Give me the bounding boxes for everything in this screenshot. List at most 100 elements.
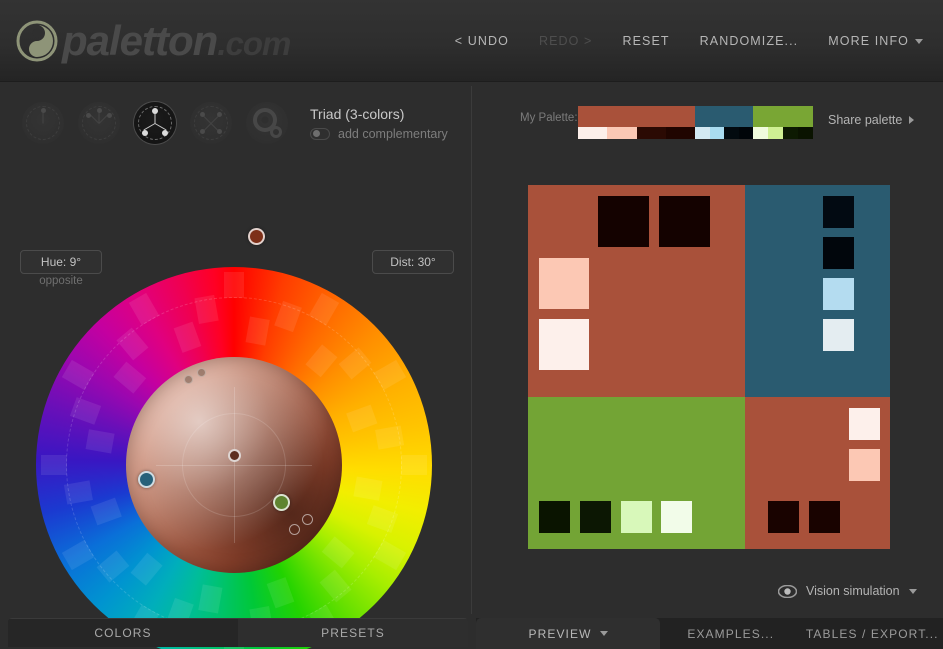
preview-quadrant-terracotta[interactable]: [528, 185, 745, 397]
logo-wordmark: paletton.com: [62, 17, 291, 64]
swatch-light-4[interactable]: [823, 319, 854, 351]
scheme-dot: [40, 108, 46, 113]
tab-presets[interactable]: PRESETS: [238, 618, 468, 647]
logo-text-suffix: .com: [217, 25, 291, 62]
wheel-minidot-1[interactable]: [183, 374, 193, 384]
palette-sub-swatch-0[interactable]: [695, 127, 710, 139]
scheme-monochromatic-icon[interactable]: [22, 102, 64, 144]
swatch-light-7[interactable]: [849, 408, 880, 440]
palette-sub-swatch-3[interactable]: [738, 127, 753, 139]
my-palette-label: My Palette:: [520, 112, 578, 124]
scheme-dot: [96, 108, 102, 113]
palette-sub-swatch-0[interactable]: [578, 127, 608, 139]
left-tab-bar: COLORS PRESETS: [8, 618, 468, 647]
swatch-dark-8[interactable]: [809, 501, 840, 533]
swatch-dark-6[interactable]: [580, 501, 611, 533]
color-wheel[interactable]: [36, 227, 432, 649]
swatch-dark-2[interactable]: [659, 196, 710, 247]
share-palette-button[interactable]: Share palette: [828, 113, 915, 127]
palette-sub-swatch-1[interactable]: [709, 127, 724, 139]
palette-sub-swatch-2[interactable]: [724, 127, 739, 139]
wheel-center-marker[interactable]: [227, 448, 241, 462]
scheme-triad-icon[interactable]: [134, 102, 176, 144]
palette-group-1[interactable]: [695, 106, 753, 139]
tab-preview[interactable]: PREVIEW: [476, 618, 660, 649]
palette-sub-swatch-2[interactable]: [636, 127, 666, 139]
complementary-label: add complementary: [338, 126, 448, 141]
chevron-down-icon: [915, 38, 923, 44]
swatch-light-3[interactable]: [823, 278, 854, 310]
scheme-dot: [200, 129, 205, 134]
chevron-right-icon: [909, 116, 915, 124]
tab-preview-label: PREVIEW: [528, 626, 592, 641]
add-complementary-toggle-row[interactable]: add complementary: [310, 127, 448, 141]
swatch-dark-1[interactable]: [598, 196, 649, 247]
palette-sub-swatch-1[interactable]: [768, 127, 783, 139]
preview-quadrant-green[interactable]: [528, 397, 745, 549]
inner-guide-circle: [182, 413, 286, 517]
scheme-dot: [107, 113, 112, 118]
palette-sub-swatch-3[interactable]: [798, 127, 813, 139]
palette-sub-swatch-0[interactable]: [753, 127, 768, 139]
app-header: paletton.com < UNDO REDO > RESET RANDOMI…: [0, 0, 943, 82]
scheme-freestyle-icon[interactable]: [246, 102, 288, 144]
swatch-light-2[interactable]: [539, 319, 589, 370]
my-palette-strip[interactable]: [578, 106, 813, 139]
paletton-app: paletton.com < UNDO REDO > RESET RANDOMI…: [0, 0, 943, 649]
nav-more-info[interactable]: MORE INFO: [828, 34, 923, 48]
wheel-ringdot-2[interactable]: [301, 513, 313, 525]
nav-redo[interactable]: REDO >: [539, 34, 593, 48]
swatch-dark-5[interactable]: [539, 501, 570, 533]
swatch-light-8[interactable]: [849, 449, 880, 481]
color-wheel-inner-disc[interactable]: [126, 357, 342, 573]
swatch-dark-4[interactable]: [823, 237, 854, 269]
scheme-dot: [86, 113, 91, 118]
preview-quadrant-terracotta-2[interactable]: [745, 397, 890, 549]
palette-main-swatch[interactable]: [753, 106, 813, 127]
complementary-toggle[interactable]: [310, 127, 330, 140]
scheme-dot: [200, 112, 205, 117]
logo-text-main: paletton: [62, 17, 218, 64]
wheel-minidot-2[interactable]: [196, 367, 206, 377]
preview-board: [528, 185, 890, 549]
nav-reset[interactable]: RESET: [622, 34, 669, 48]
swatch-light-1[interactable]: [539, 258, 589, 309]
swatch-light-6[interactable]: [661, 501, 692, 533]
palette-sub-swatch-3[interactable]: [665, 127, 695, 139]
palette-sub-swatch-2[interactable]: [783, 127, 798, 139]
nav-randomize[interactable]: RANDOMIZE...: [700, 34, 799, 48]
tab-examples[interactable]: EXAMPLES...: [660, 618, 802, 649]
right-tab-bar: PREVIEW EXAMPLES... TABLES / EXPORT...: [476, 618, 943, 649]
nav-undo[interactable]: < UNDO: [455, 34, 509, 48]
palette-group-0[interactable]: [578, 106, 695, 139]
vision-simulation-button[interactable]: Vision simulation: [778, 584, 917, 598]
preview-quadrant-teal[interactable]: [745, 185, 890, 397]
eye-icon: [778, 584, 797, 598]
wheel-marker-teal[interactable]: [137, 470, 155, 488]
nav-reset-label: RESET: [622, 34, 670, 48]
palette-sub-swatches: [695, 127, 753, 139]
chevron-down-icon: [908, 588, 917, 594]
wheel-marker-green[interactable]: [272, 493, 290, 511]
wheel-marker-base[interactable]: [247, 227, 265, 245]
nav-undo-label: < UNDO: [454, 34, 509, 48]
scheme-adjacent-icon[interactable]: [78, 102, 120, 144]
palette-group-2[interactable]: [753, 106, 813, 139]
swatch-light-5[interactable]: [621, 501, 652, 533]
logo[interactable]: paletton.com: [16, 12, 291, 70]
wheel-ringdot-1[interactable]: [288, 523, 300, 535]
vision-simulation-label: Vision simulation: [806, 584, 900, 598]
scheme-selector: Triad (3-colors) add complementary: [22, 102, 448, 144]
tab-tables-export[interactable]: TABLES / EXPORT...: [802, 618, 943, 649]
scheme-dot: [217, 112, 222, 117]
share-palette-label: Share palette: [828, 113, 903, 127]
swatch-dark-7[interactable]: [768, 501, 799, 533]
swatch-dark-3[interactable]: [823, 196, 854, 228]
scheme-title: Triad (3-colors): [310, 105, 405, 122]
palette-main-swatch[interactable]: [578, 106, 695, 127]
palette-main-swatch[interactable]: [695, 106, 753, 127]
palette-sub-swatch-1[interactable]: [607, 127, 637, 139]
scheme-dot: [142, 130, 148, 136]
scheme-tetrad-icon[interactable]: [190, 102, 232, 144]
tab-colors[interactable]: COLORS: [8, 618, 238, 647]
